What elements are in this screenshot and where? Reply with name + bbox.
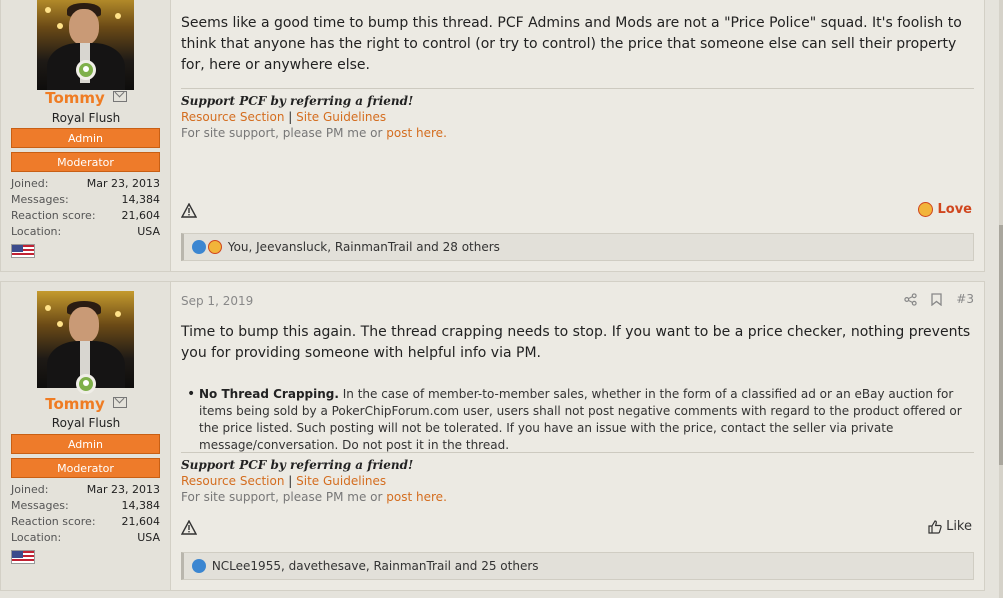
admin-banner: Admin xyxy=(11,434,160,454)
user-column: Tommy Royal Flush Admin Moderator Joined… xyxy=(1,0,171,271)
username[interactable]: Tommy xyxy=(1,89,171,107)
scrollbar[interactable] xyxy=(999,0,1003,598)
signature-divider xyxy=(181,88,974,89)
usa-flag xyxy=(11,244,35,258)
post-here-link[interactable]: post here. xyxy=(386,126,447,140)
username[interactable]: Tommy xyxy=(1,395,171,413)
scrollbar-thumb[interactable] xyxy=(999,225,1003,465)
user-column: Tommy Royal Flush Admin Moderator Joined… xyxy=(1,282,171,590)
bookmark-icon[interactable] xyxy=(931,292,942,306)
like-reaction-button[interactable]: Like xyxy=(928,519,972,534)
resource-section-link[interactable]: Resource Section xyxy=(181,474,284,488)
post-actions: #3 xyxy=(904,292,974,306)
mail-icon[interactable] xyxy=(112,397,127,408)
report-icon[interactable] xyxy=(181,203,197,219)
love-icon xyxy=(918,202,934,217)
rule-bullet: No Thread Crapping. In the case of membe… xyxy=(187,386,972,454)
like-icon xyxy=(192,559,206,573)
post-date[interactable]: Sep 1, 2019 xyxy=(181,294,253,308)
report-icon[interactable] xyxy=(181,520,197,536)
like-icon xyxy=(192,240,206,254)
love-icon xyxy=(208,240,222,254)
usa-flag xyxy=(11,550,35,564)
site-guidelines-link[interactable]: Site Guidelines xyxy=(296,110,386,124)
site-guidelines-link[interactable]: Site Guidelines xyxy=(296,474,386,488)
post: Tommy Royal Flush Admin Moderator Joined… xyxy=(0,0,985,272)
moderator-banner: Moderator xyxy=(11,152,160,172)
reactions-bar[interactable]: You, Jeevansluck, RainmanTrail and 28 ot… xyxy=(181,233,974,261)
like-icon xyxy=(928,519,942,534)
user-stats: Joined: Mar 23, 2013 Messages: 14,384 Reac… xyxy=(11,177,160,238)
resource-section-link[interactable]: Resource Section xyxy=(181,110,284,124)
signature: Support PCF by referring a friend! Resou… xyxy=(181,458,447,504)
post-number[interactable]: #3 xyxy=(956,292,974,306)
online-status-icon xyxy=(76,374,96,394)
share-icon[interactable] xyxy=(904,292,917,306)
reactions-bar[interactable]: NCLee1955, davethesave, RainmanTrail and… xyxy=(181,552,974,580)
post: Tommy Royal Flush Admin Moderator Joined… xyxy=(0,281,985,591)
signature: Support PCF by referring a friend! Resou… xyxy=(181,94,447,140)
moderator-banner: Moderator xyxy=(11,458,160,478)
mail-icon[interactable] xyxy=(112,91,127,102)
post-body: Seems like a good time to bump this thre… xyxy=(181,15,962,73)
post-here-link[interactable]: post here. xyxy=(386,490,447,504)
admin-banner: Admin xyxy=(11,128,160,148)
signature-divider xyxy=(181,452,974,453)
post-body: Time to bump this again. The thread crap… xyxy=(181,324,971,361)
user-title: Royal Flush xyxy=(51,111,121,125)
user-title: Royal Flush xyxy=(51,416,121,430)
love-reaction-button[interactable]: Love xyxy=(918,202,972,217)
online-status-icon xyxy=(76,60,96,80)
user-stats: Joined: Mar 23, 2013 Messages: 14,384 Reac… xyxy=(11,483,160,544)
